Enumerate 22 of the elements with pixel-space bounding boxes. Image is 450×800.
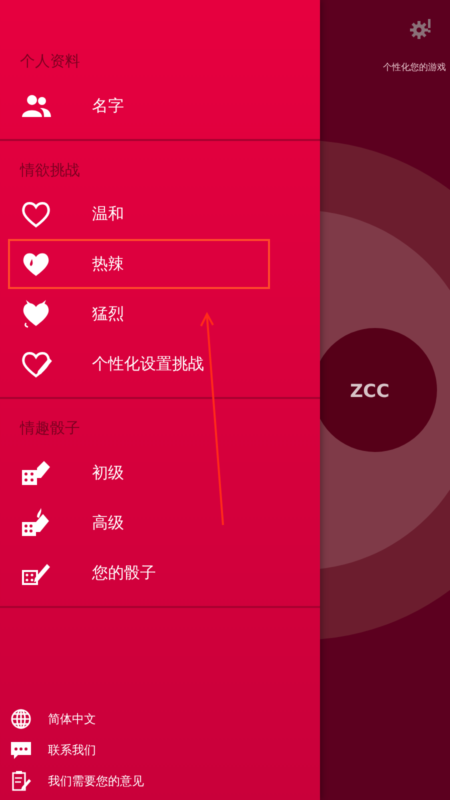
footer-link[interactable]: 简体中文 [10, 703, 320, 734]
section-header: 情趣骰子 [18, 418, 80, 439]
section-header: 个人资料 [19, 51, 80, 72]
menu-item[interactable]: 猛烈 [8, 289, 270, 339]
footer-link[interactable]: 我们需要您的意见 [10, 765, 320, 796]
menu-item[interactable]: 高级 [8, 498, 270, 548]
settings-icon[interactable] [410, 18, 432, 40]
heart-icon [20, 199, 52, 229]
menu-item[interactable]: 您的骰子 [8, 548, 270, 598]
menu-item[interactable]: 初级 [8, 448, 270, 498]
note-pencil-icon [10, 770, 32, 792]
section-header: 情欲挑战 [18, 160, 80, 180]
menu-item[interactable]: 名字 [8, 80, 270, 130]
menu-item[interactable]: 温和 [8, 189, 270, 239]
avatar-initials: ZCC [350, 380, 390, 404]
settings-label: 个性化您的游戏 [383, 62, 446, 75]
dice-flame-icon [20, 508, 52, 538]
menu-item[interactable]: 个性化设置挑战 [8, 339, 270, 389]
footer-link[interactable]: 联系我们 [10, 734, 320, 765]
globe-icon [10, 708, 32, 730]
heart-pencil-icon [20, 349, 52, 379]
highlighted-menu-item[interactable]: 热辣 [8, 239, 270, 289]
